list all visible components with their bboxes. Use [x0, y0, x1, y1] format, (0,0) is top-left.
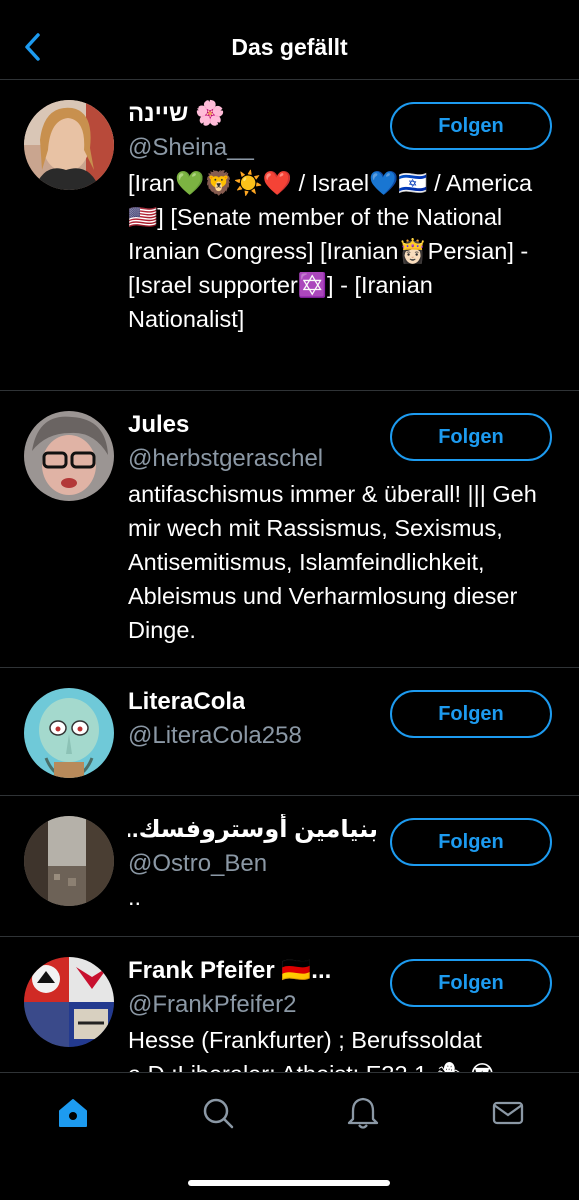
- user-name: Frank Pfeifer 🇩🇪...: [128, 957, 332, 984]
- user-handle: @Sheina__: [128, 134, 254, 161]
- avatar[interactable]: [24, 957, 114, 1047]
- list-item[interactable]: بنيامين أوستروفسك... @Ostro_Ben .. Folge…: [0, 796, 579, 937]
- user-handle: @herbstgeraschel: [128, 445, 324, 472]
- follow-button[interactable]: Folgen: [390, 413, 552, 461]
- list-item[interactable]: שיינה 🌸 @Sheina__ [Iran💚🦁☀️❤️ / Israel💙🇮…: [0, 80, 579, 391]
- list-item[interactable]: Frank Pfeifer 🇩🇪... @FrankPfeifer2 Hesse…: [0, 937, 579, 1072]
- follow-button[interactable]: Folgen: [390, 959, 552, 1007]
- tab-notifications[interactable]: [343, 1093, 383, 1133]
- tab-messages[interactable]: [488, 1093, 528, 1133]
- avatar[interactable]: [24, 411, 114, 501]
- user-bio: Hesse (Frankfurter) ; Berufssoldat a.D.;…: [128, 1027, 495, 1072]
- user-name: Jules: [128, 411, 190, 438]
- user-bio: ..: [128, 884, 142, 910]
- user-name: بنيامين أوستروفسك...: [128, 816, 378, 843]
- user-handle: @FrankPfeifer2: [128, 991, 297, 1018]
- user-handle: @LiteraCola258: [128, 722, 302, 749]
- user-bio: [Iran💚🦁☀️❤️ / Israel💙🇮🇱 / America🇺🇸] [Se…: [128, 170, 533, 332]
- follow-button[interactable]: Folgen: [390, 818, 552, 866]
- user-list: שיינה 🌸 @Sheina__ [Iran💚🦁☀️❤️ / Israel💙🇮…: [0, 80, 579, 1072]
- tab-search[interactable]: [198, 1093, 238, 1133]
- home-icon: [59, 1099, 87, 1127]
- avatar[interactable]: [24, 688, 114, 778]
- list-item[interactable]: Jules @herbstgeraschel antifaschismus im…: [0, 391, 579, 668]
- avatar[interactable]: [24, 816, 114, 906]
- user-name: שיינה 🌸: [128, 100, 225, 127]
- top-bar: Das gefällt: [0, 0, 579, 80]
- tab-home[interactable]: [53, 1093, 93, 1133]
- search-icon: [203, 1098, 234, 1129]
- home-indicator: [188, 1180, 390, 1186]
- page-title: Das gefällt: [231, 34, 348, 60]
- follow-button[interactable]: Folgen: [390, 102, 552, 150]
- messages-icon: [492, 1101, 524, 1125]
- list-item[interactable]: LiteraCola @LiteraCola258 Folgen: [0, 668, 579, 796]
- notifications-icon: [347, 1097, 379, 1129]
- user-bio: antifaschismus immer & überall! ||| Geh …: [128, 481, 537, 643]
- user-name: LiteraCola: [128, 688, 246, 715]
- avatar[interactable]: [24, 100, 114, 190]
- follow-button[interactable]: Folgen: [390, 690, 552, 738]
- user-handle: @Ostro_Ben: [128, 850, 268, 877]
